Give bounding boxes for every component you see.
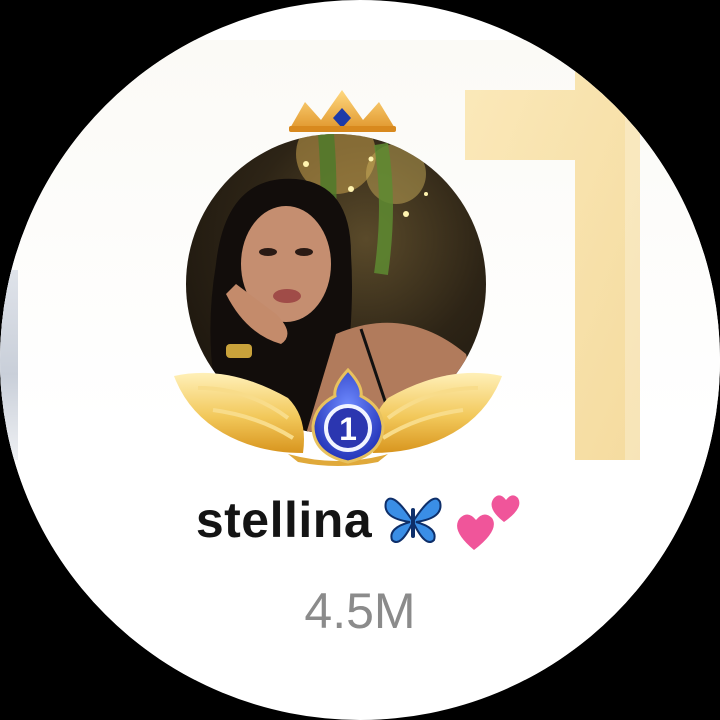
rank-number: 1	[339, 411, 357, 447]
gold-crown-icon	[289, 90, 396, 132]
profile-circle-frame: 1 stellina 4.5M	[0, 0, 720, 720]
username[interactable]: stellina	[196, 491, 372, 549]
username-pill[interactable]: stellina	[175, 482, 545, 558]
blue-butterfly-emoji	[384, 497, 442, 543]
username-row: stellina	[0, 480, 720, 560]
two-hearts-emoji	[457, 495, 520, 550]
rank-badge: 1	[303, 367, 393, 464]
adjacent-card-edge	[0, 270, 18, 460]
rank-badge-icon: 1	[311, 367, 385, 464]
follower-count: 4.5M	[304, 583, 416, 639]
